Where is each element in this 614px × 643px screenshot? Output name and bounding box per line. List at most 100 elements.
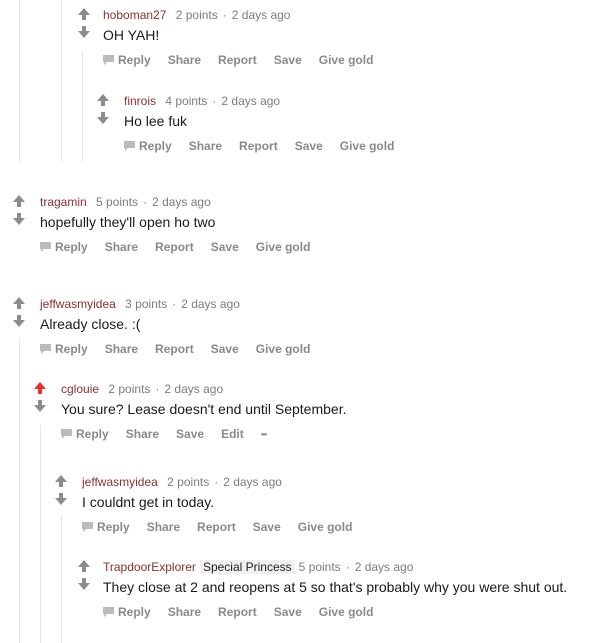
upvote-icon[interactable]: [77, 7, 91, 21]
reply-icon: [103, 607, 114, 617]
report-button[interactable]: Report: [239, 139, 278, 153]
timestamp: 2 days ago: [231, 8, 291, 22]
vote-column: [54, 474, 68, 510]
save-button[interactable]: Save: [211, 240, 239, 254]
vote-column: [96, 93, 110, 129]
save-button[interactable]: Save: [274, 605, 302, 619]
upvote-icon[interactable]: [12, 296, 26, 310]
upvote-icon[interactable]: [77, 559, 91, 573]
user-flair: Special Princess: [199, 560, 295, 574]
upvote-icon[interactable]: [12, 194, 26, 208]
share-button[interactable]: Share: [189, 139, 222, 153]
author-link[interactable]: jeffwasmyidea: [82, 475, 158, 489]
reply-icon: [82, 522, 93, 532]
comment-body: Already close. :(: [40, 316, 141, 332]
report-button[interactable]: Report: [218, 605, 257, 619]
comment-body: hopefully they'll open ho two: [40, 214, 216, 230]
share-button[interactable]: Share: [168, 53, 201, 67]
give-gold-button[interactable]: Give gold: [319, 605, 374, 619]
score: 4 points: [165, 94, 208, 108]
more-options-button[interactable]: •••: [261, 430, 267, 439]
reply-icon: [103, 55, 114, 65]
reply-icon: [124, 141, 135, 151]
vote-column: [12, 296, 26, 332]
give-gold-button[interactable]: Give gold: [298, 520, 353, 534]
separator-dot: ·: [212, 94, 217, 108]
comment-body: They close at 2 and reopens at 5 so that…: [103, 579, 568, 595]
downvote-icon[interactable]: [12, 314, 26, 328]
comment-actions: Reply Share Report Save Give gold: [40, 240, 614, 254]
report-button[interactable]: Report: [155, 342, 194, 356]
thread-line: [82, 52, 83, 162]
reply-button[interactable]: Reply: [40, 240, 88, 254]
save-button[interactable]: Save: [274, 53, 302, 67]
reply-icon: [40, 344, 51, 354]
save-button[interactable]: Save: [176, 427, 204, 441]
downvote-icon[interactable]: [33, 399, 47, 413]
score: 5 points: [96, 195, 139, 209]
thread-line: [61, 0, 62, 162]
upvote-icon[interactable]: [96, 93, 110, 107]
share-button[interactable]: Share: [126, 427, 159, 441]
give-gold-button[interactable]: Give gold: [319, 53, 374, 67]
share-button[interactable]: Share: [168, 605, 201, 619]
author-link[interactable]: TrapdoorExplorer: [103, 560, 196, 574]
downvote-icon[interactable]: [54, 492, 68, 506]
comment-meta: tragamin 5 points · 2 days ago: [40, 194, 614, 210]
reply-button[interactable]: Reply: [82, 520, 130, 534]
report-button[interactable]: Report: [155, 240, 194, 254]
report-button[interactable]: Report: [197, 520, 236, 534]
thread-line: [61, 515, 62, 643]
timestamp: 2 days ago: [164, 382, 224, 396]
report-button[interactable]: Report: [218, 53, 257, 67]
give-gold-button[interactable]: Give gold: [256, 342, 311, 356]
give-gold-button[interactable]: Give gold: [340, 139, 395, 153]
reply-button[interactable]: Reply: [61, 427, 109, 441]
reply-button[interactable]: Reply: [40, 342, 88, 356]
downvote-icon[interactable]: [96, 111, 110, 125]
comment-meta: cglouie 2 points · 2 days ago: [61, 381, 614, 397]
downvote-icon[interactable]: [77, 577, 91, 591]
comment-actions: Reply Share Report Save Give gold: [103, 605, 614, 619]
comment-body: OH YAH!: [103, 27, 160, 43]
comment-actions: Reply Share Report Save Give gold: [40, 342, 614, 356]
save-button[interactable]: Save: [295, 139, 323, 153]
edit-button[interactable]: Edit: [221, 427, 244, 441]
separator-dot: ·: [155, 382, 160, 396]
give-gold-button[interactable]: Give gold: [256, 240, 311, 254]
vote-column: [77, 559, 91, 595]
downvote-icon[interactable]: [77, 25, 91, 39]
author-link[interactable]: jeffwasmyidea: [40, 297, 116, 311]
timestamp: 2 days ago: [354, 560, 414, 574]
upvote-icon[interactable]: [54, 474, 68, 488]
timestamp: 2 days ago: [221, 94, 281, 108]
comment-body: I couldnt get in today.: [82, 494, 215, 510]
share-button[interactable]: Share: [105, 240, 138, 254]
comment-meta: TrapdoorExplorer Special Princess 5 points…: [103, 559, 614, 575]
reply-button[interactable]: Reply: [103, 605, 151, 619]
save-button[interactable]: Save: [253, 520, 281, 534]
comment-body: You sure? Lease doesn't end until Septem…: [61, 401, 347, 417]
save-button[interactable]: Save: [211, 342, 239, 356]
comment-actions: Reply Share Save Edit •••: [61, 427, 614, 441]
reply-icon: [40, 242, 51, 252]
comment-meta: jeffwasmyidea 3 points · 2 days ago: [40, 296, 614, 312]
upvote-icon-active[interactable]: [33, 381, 47, 395]
share-button[interactable]: Share: [105, 342, 138, 356]
comment-meta: jeffwasmyidea 2 points · 2 days ago: [82, 474, 614, 490]
thread-line: [19, 0, 20, 162]
comment-actions: Reply Share Report Save Give gold: [124, 139, 614, 153]
author-link[interactable]: hoboman27: [103, 8, 166, 22]
score: 2 points: [108, 382, 151, 396]
author-link[interactable]: tragamin: [40, 195, 87, 209]
author-link[interactable]: finrois: [124, 94, 156, 108]
timestamp: 2 days ago: [181, 297, 240, 311]
author-link[interactable]: cglouie: [61, 382, 99, 396]
reply-button[interactable]: Reply: [103, 53, 151, 67]
downvote-icon[interactable]: [12, 212, 26, 226]
timestamp: 2 days ago: [223, 475, 282, 489]
comment-actions: Reply Share Report Save Give gold: [82, 520, 614, 534]
reply-button[interactable]: Reply: [124, 139, 172, 153]
share-button[interactable]: Share: [147, 520, 180, 534]
separator-dot: ·: [222, 8, 227, 22]
